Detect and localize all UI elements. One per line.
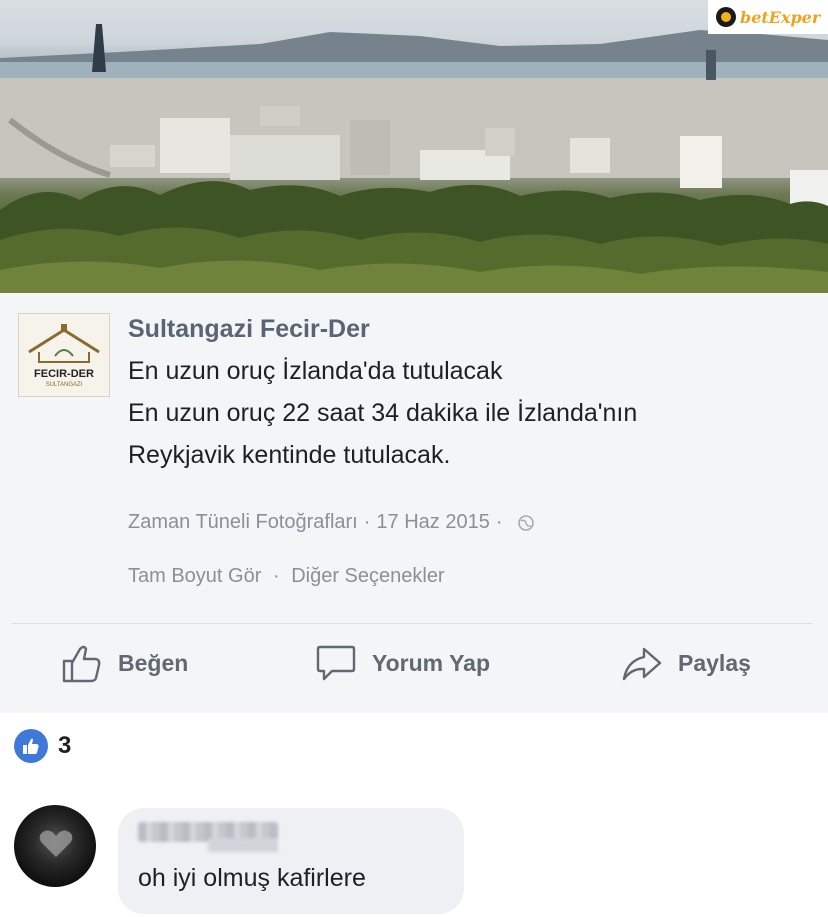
post-text-line: Reykjavik kentinde tutulacak. <box>128 441 451 469</box>
page-name-link[interactable]: Sultangazi Fecir-Der <box>128 315 370 344</box>
meta-separator: · <box>363 511 371 533</box>
page-avatar[interactable]: FECIR-DER SULTANGAZI <box>18 313 110 397</box>
like-reaction-icon <box>14 729 48 763</box>
comment-label: Yorum Yap <box>372 649 491 676</box>
watermark: betExper <box>708 0 828 34</box>
share-arrow-icon <box>622 647 662 681</box>
post-card: FECIR-DER SULTANGAZI Sultangazi Fecir-De… <box>0 293 828 713</box>
page-avatar-brand: FECIR-DER <box>34 368 94 380</box>
album-link[interactable]: Zaman Tüneli Fotoğrafları <box>128 511 358 534</box>
watermark-text: betExper <box>740 7 821 27</box>
post-text-line: En uzun oruç 22 saat 34 dakika ile İzlan… <box>128 399 638 427</box>
comments-section: 3 oh iyi olmuş kafirlere <box>0 713 828 917</box>
reaction-count: 3 <box>58 732 72 759</box>
post-photo[interactable]: betExper <box>0 0 828 293</box>
like-label: Beğen <box>118 649 189 676</box>
reactions-summary[interactable]: 3 <box>14 729 71 763</box>
share-label: Paylaş <box>678 649 751 676</box>
mosque-roof-icon <box>28 324 100 363</box>
actions-divider <box>12 623 812 624</box>
meta-separator: · <box>495 511 503 533</box>
page-avatar-brand-sub: SULTANGAZI <box>45 382 83 388</box>
betexper-logo-icon <box>716 7 736 27</box>
commenter-name-redacted[interactable] <box>138 822 278 852</box>
post-date[interactable]: 17 Haz 2015 <box>376 511 489 534</box>
comment-bubble: oh iyi olmuş kafirlere <box>118 808 464 914</box>
like-icon <box>23 738 39 754</box>
commenter-avatar[interactable] <box>14 805 96 887</box>
comment-bubble-icon <box>316 645 356 681</box>
redaction-blur <box>208 838 278 852</box>
photo-options: Tam Boyut Gör · Diğer Seçenekler <box>128 565 445 588</box>
thumbs-up-icon <box>62 645 101 683</box>
comment-button[interactable]: Yorum Yap <box>314 639 490 687</box>
like-button[interactable]: Beğen <box>60 639 188 687</box>
post-meta: Zaman Tüneli Fotoğrafları · 17 Haz 2015 … <box>128 511 535 534</box>
city-landscape-illustration <box>0 24 828 293</box>
more-options-link[interactable]: Diğer Seçenekler <box>291 565 444 587</box>
heart-icon <box>39 830 73 857</box>
full-size-link[interactable]: Tam Boyut Gör <box>128 565 261 587</box>
globe-icon <box>517 514 534 531</box>
share-button[interactable]: Paylaş <box>620 639 751 687</box>
options-separator: · <box>272 565 280 587</box>
post-text-line: En uzun oruç İzlanda'da tutulacak <box>128 357 503 385</box>
comment-text: oh iyi olmuş kafirlere <box>138 864 366 892</box>
